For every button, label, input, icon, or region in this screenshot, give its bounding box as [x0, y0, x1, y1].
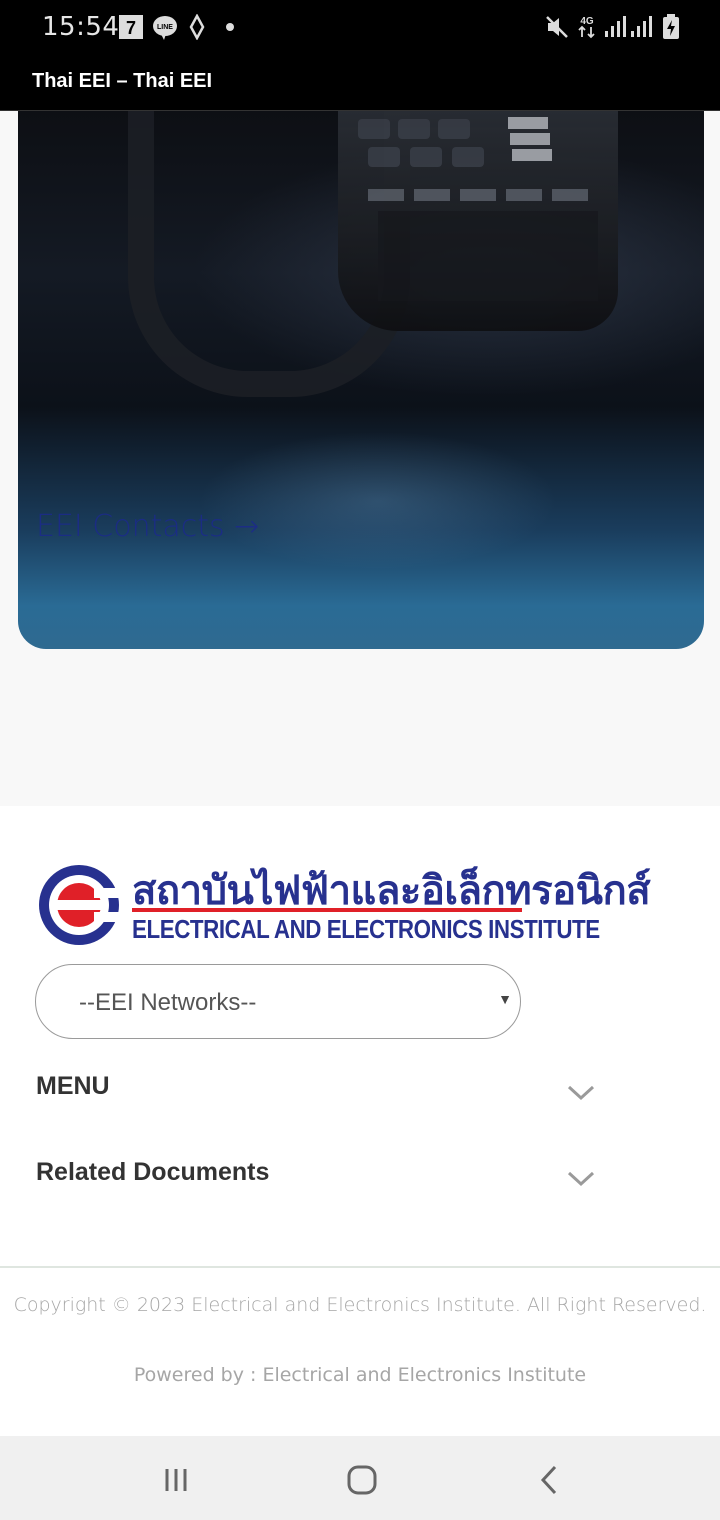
logo-thai-text: สถาบันไฟฟ้าและอิเล็กทรอนิกส์	[132, 869, 651, 913]
dot-icon	[224, 14, 236, 40]
battery-charging-icon	[662, 14, 680, 40]
system-nav-bar	[0, 1436, 720, 1520]
eei-networks-select[interactable]: --EEI Networks-- ▼	[35, 964, 521, 1039]
copyright-text: Copyright © 2023 Electrical and Electron…	[13, 1294, 707, 1316]
powered-by-text: Powered by : Electrical and Electronics …	[133, 1364, 587, 1386]
signal-icon	[630, 14, 652, 40]
4g-icon: 4G	[576, 14, 598, 40]
status-time: 15:54	[42, 12, 120, 42]
related-documents-title: Related Documents	[36, 1158, 270, 1186]
svg-text:LINE: LINE	[157, 24, 173, 31]
browser-title-bar: Thai EEI – Thai EEI	[0, 56, 720, 111]
logo-english-text: ELECTRICAL AND ELECTRONICS INSTITUTE	[132, 914, 600, 944]
status-bar: 15:54 7 LINE 4G	[0, 0, 720, 56]
logo-divider	[132, 908, 522, 912]
footer-divider	[0, 1266, 720, 1268]
recent-apps-icon[interactable]	[156, 1460, 196, 1500]
page-title: Thai EEI – Thai EEI	[32, 70, 213, 92]
line-icon: LINE	[152, 14, 178, 40]
chevron-down-icon	[567, 1171, 595, 1187]
dropdown-arrow-icon: ▼	[498, 991, 512, 1007]
signal-app-icon	[186, 14, 208, 40]
network-label: 4G	[580, 16, 594, 27]
eei-logo[interactable]: สถาบันไฟฟ้าและอิเล็กทรอนิกส์ ELECTRICAL …	[36, 858, 651, 950]
contacts-hero-card[interactable]: EEI Contacts →	[18, 111, 704, 649]
back-icon[interactable]	[530, 1460, 570, 1500]
hero-glow	[198, 431, 558, 571]
eei-logo-mark-icon	[39, 865, 122, 945]
eei-networks-selected: --EEI Networks--	[79, 989, 257, 1016]
home-icon[interactable]	[342, 1460, 382, 1500]
chevron-down-icon	[567, 1085, 595, 1101]
mute-icon	[544, 14, 570, 40]
menu-accordion-title: MENU	[36, 1072, 110, 1100]
phone-base-image	[338, 111, 618, 331]
signal-icon	[604, 14, 626, 40]
seven-eleven-icon: 7	[118, 14, 144, 40]
eei-contacts-link[interactable]: EEI Contacts →	[36, 509, 259, 544]
svg-text:7: 7	[126, 18, 136, 38]
